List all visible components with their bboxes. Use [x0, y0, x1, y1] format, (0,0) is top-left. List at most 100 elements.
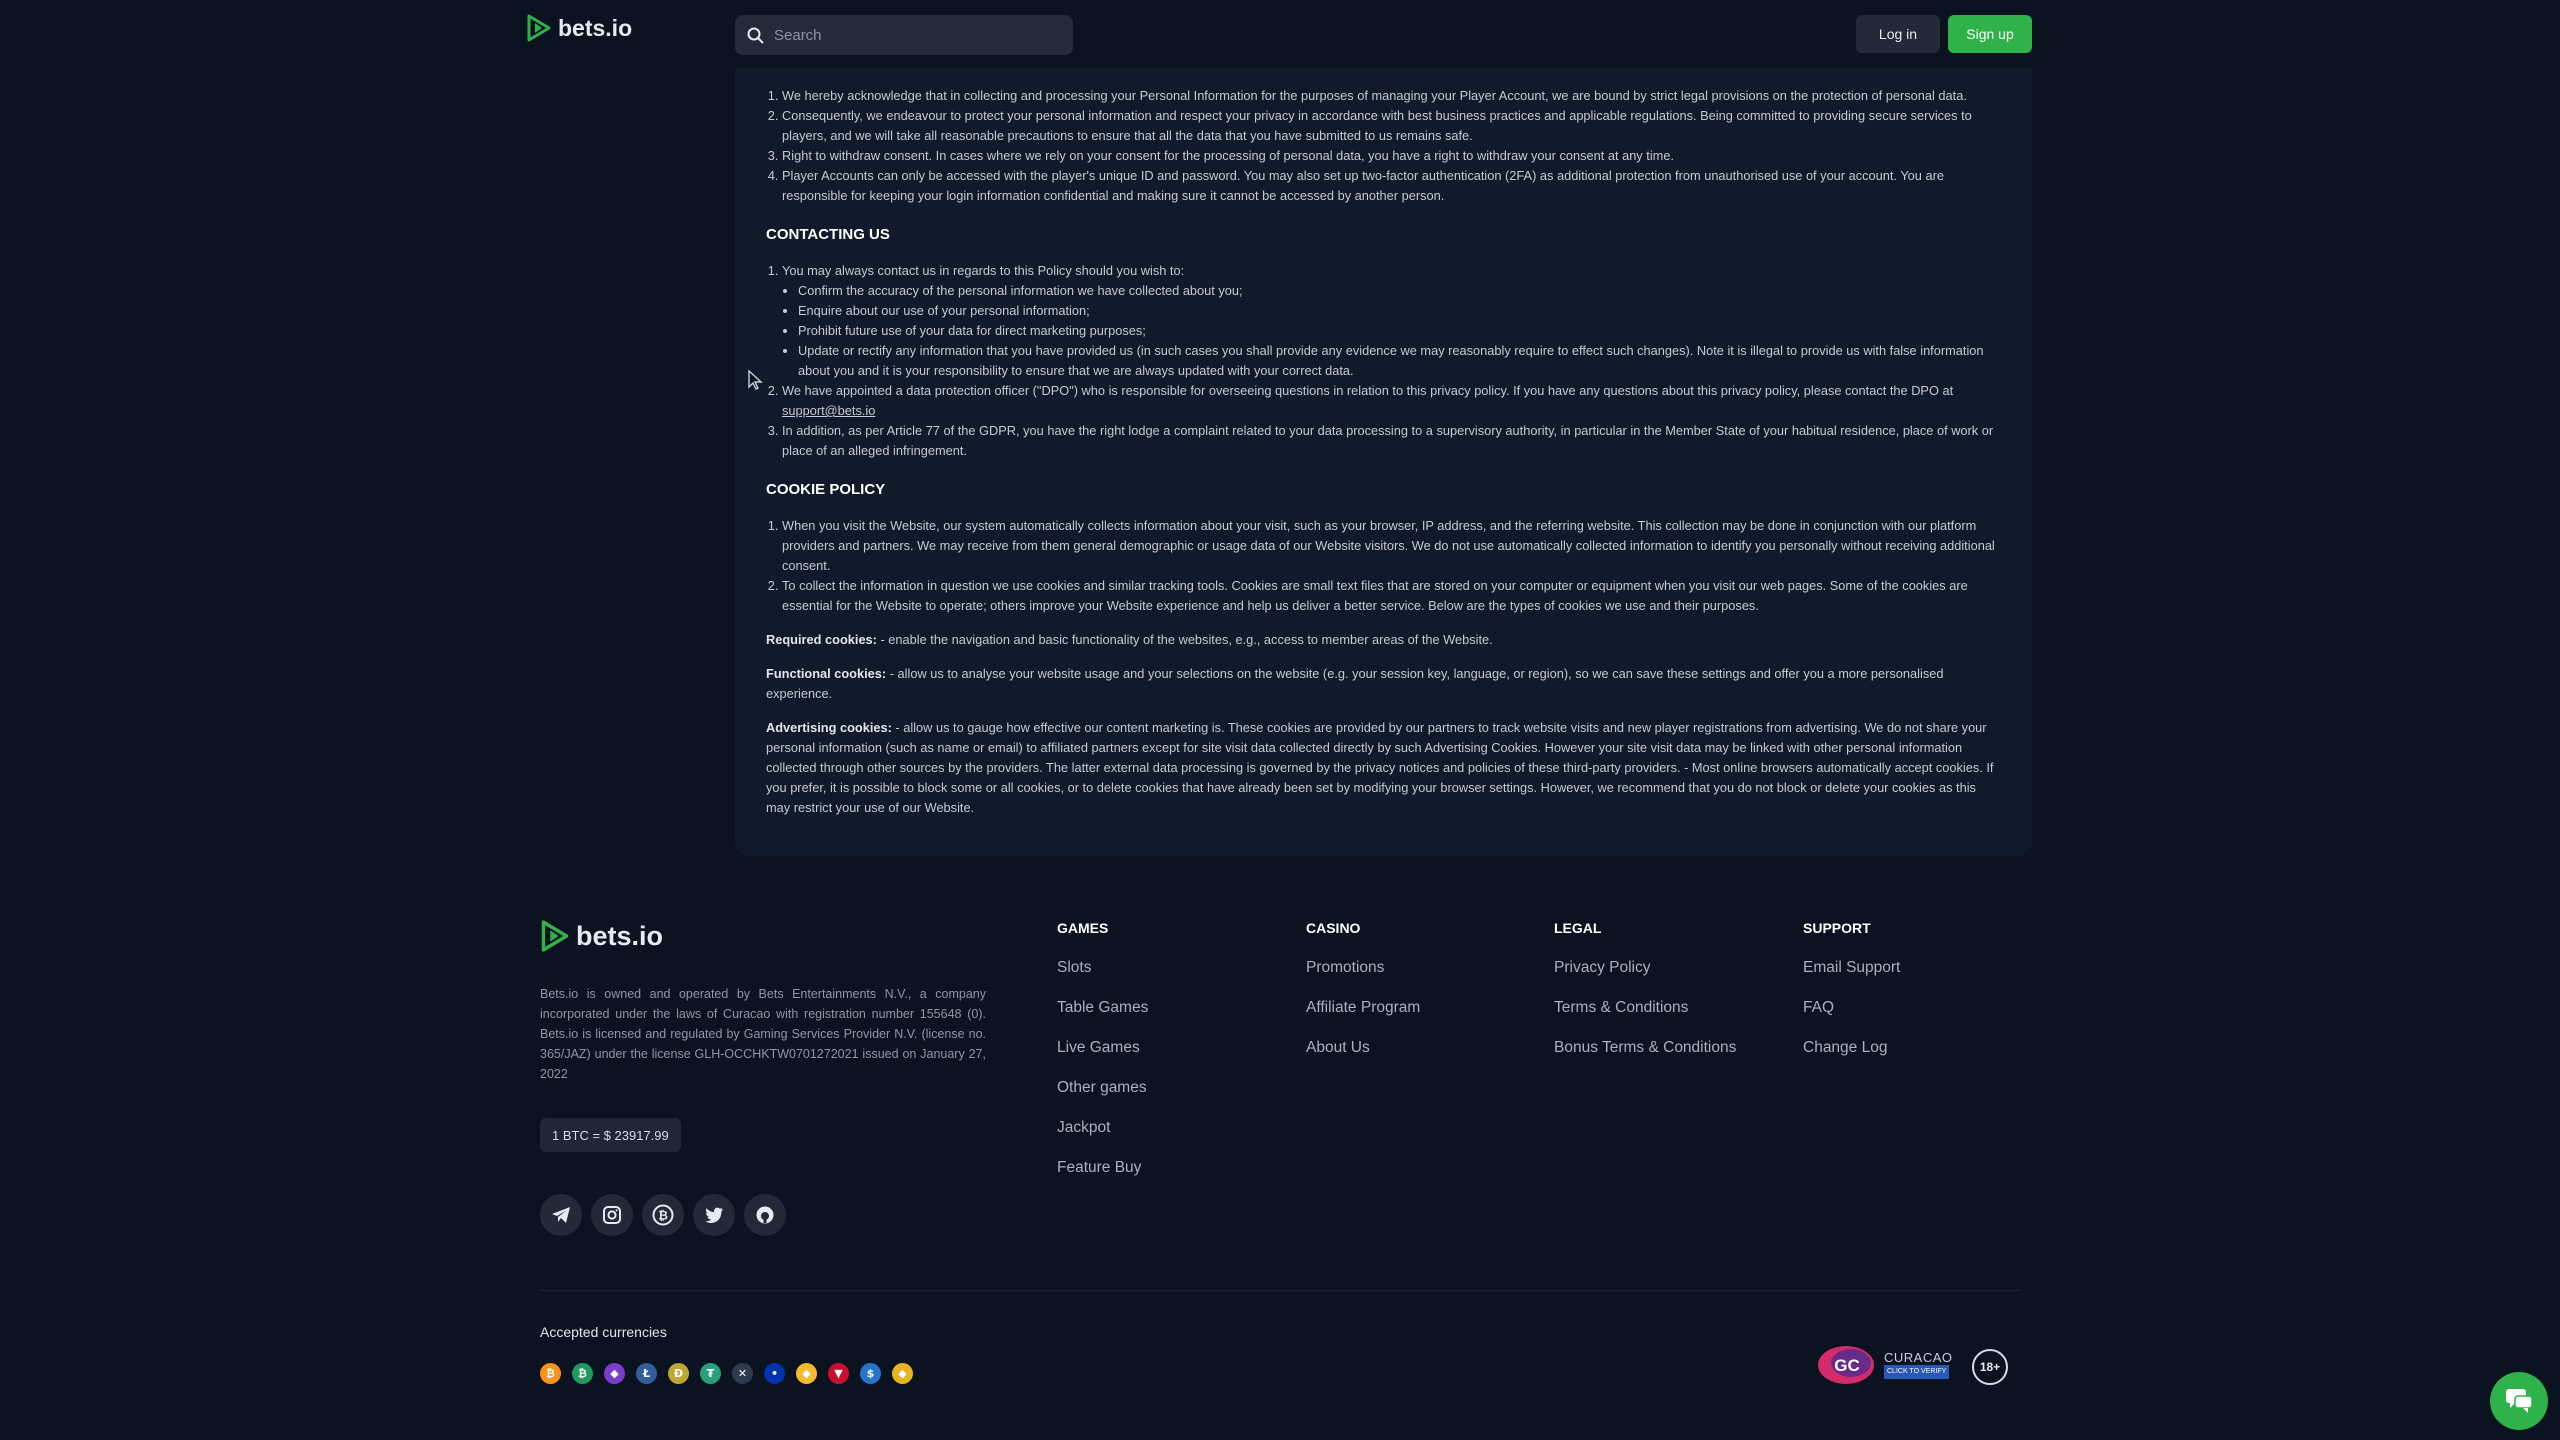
top-header: bets.io Log in Sign up	[0, 0, 2560, 68]
footer-link-slots[interactable]: Slots	[1057, 948, 1148, 988]
footer-link-jackpot[interactable]: Jackpot	[1057, 1108, 1148, 1148]
footer-link-affiliate-program[interactable]: Affiliate Program	[1306, 988, 1420, 1028]
required-cookies-label: Required cookies:	[766, 632, 877, 647]
currency-icons-row: ₿ ₿ ◆ Ł Ð ₮ ✕ • ◆ ▼ $ ◆	[540, 1363, 913, 1384]
tether-icon: ₮	[700, 1363, 721, 1384]
bitcointalk-button[interactable]: ₿	[642, 1194, 684, 1236]
list-item: To collect the information in question w…	[782, 576, 2002, 616]
btc-rate-badge: 1 BTC = $ 23917.99	[540, 1118, 681, 1152]
footer-column-legal: LEGAL Privacy Policy Terms & Conditions …	[1554, 920, 1736, 1068]
list-item: Right to withdraw consent. In cases wher…	[782, 146, 2002, 166]
chat-bubble-icon	[2506, 1389, 2533, 1413]
dpo-text: We have appointed a data protection offi…	[782, 383, 1954, 398]
footer-link-faq[interactable]: FAQ	[1803, 988, 1900, 1028]
advertising-cookies-text: - allow us to gauge how effective our co…	[766, 720, 1994, 815]
github-button[interactable]	[744, 1194, 786, 1236]
list-item: Update or rectify any information that y…	[798, 341, 2002, 381]
search-box[interactable]	[735, 15, 1073, 55]
footer-link-change-log[interactable]: Change Log	[1803, 1028, 1900, 1068]
bets-logo-icon	[541, 920, 569, 952]
tron-icon: ▼	[828, 1363, 849, 1384]
list-item: Enquire about our use of your personal i…	[798, 301, 2002, 321]
instagram-icon	[603, 1206, 621, 1224]
footer-column-games: GAMES Slots Table Games Live Games Other…	[1057, 920, 1148, 1188]
login-button[interactable]: Log in	[1856, 15, 1940, 53]
list-item: You may always contact us in regards to …	[782, 261, 2002, 381]
gaming-curacao-logo-icon: GC	[1818, 1346, 1874, 1384]
mouse-cursor-icon	[748, 369, 763, 390]
github-icon	[756, 1206, 774, 1224]
footer-brand-name: bets.io	[576, 920, 664, 951]
footer-logo[interactable]: bets.io	[540, 919, 663, 953]
advertising-cookies-label: Advertising cookies:	[766, 720, 892, 735]
litecoin-icon: Ł	[636, 1363, 657, 1384]
header-brand-name: bets.io	[558, 14, 633, 41]
list-item: We have appointed a data protection offi…	[782, 381, 2002, 421]
footer-column-title: GAMES	[1057, 920, 1109, 936]
bitcoin-cash-icon: ₿	[572, 1363, 593, 1384]
bitcoin-circle-icon: ₿	[652, 1204, 674, 1226]
contact-sublist: Confirm the accuracy of the personal inf…	[782, 281, 2002, 381]
live-chat-button[interactable]	[2490, 1372, 2548, 1430]
company-description: Bets.io is owned and operated by Bets En…	[540, 987, 986, 1081]
svg-text:₿: ₿	[658, 1209, 668, 1223]
search-input[interactable]	[774, 26, 1054, 44]
list-item: We hereby acknowledge that in collecting…	[782, 86, 2002, 106]
accepted-currencies-title: Accepted currencies	[540, 1324, 667, 1340]
twitter-button[interactable]	[693, 1194, 735, 1236]
contact-item-text: You may always contact us in regards to …	[782, 263, 1185, 278]
header-logo[interactable]: bets.io	[526, 14, 632, 42]
footer-link-bonus-terms[interactable]: Bonus Terms & Conditions	[1554, 1028, 1736, 1068]
footer-column-title: SUPPORT	[1803, 920, 1871, 936]
telegram-icon	[552, 1207, 570, 1223]
license-badge-text: GC	[1834, 1356, 1860, 1375]
cookie-policy-list: When you visit the Website, our system a…	[766, 516, 2002, 616]
list-item: Player Accounts can only be accessed wit…	[782, 166, 2002, 206]
footer-link-about-us[interactable]: About Us	[1306, 1028, 1420, 1068]
list-item: Consequently, we endeavour to protect yo…	[782, 106, 2002, 146]
gaming-curacao-license[interactable]: GC CURACAO CLICK TO VERIFY	[1816, 1343, 1953, 1387]
cookie-policy-heading: COOKIE POLICY	[766, 481, 886, 498]
telegram-button[interactable]	[540, 1194, 582, 1236]
bets-logo-icon	[527, 14, 551, 42]
support-email-link[interactable]: support@bets.io	[782, 403, 875, 418]
twitter-icon	[705, 1207, 723, 1223]
instagram-button[interactable]	[591, 1194, 633, 1236]
cardano-icon: •	[764, 1363, 785, 1384]
policy-intro-list: We hereby acknowledge that in collecting…	[766, 86, 2002, 206]
contacting-us-list: You may always contact us in regards to …	[766, 261, 2002, 461]
ethereum-icon: ◆	[604, 1363, 625, 1384]
bnb-gold-icon: ◆	[892, 1363, 913, 1384]
footer-column-support: SUPPORT Email Support FAQ Change Log	[1803, 920, 1900, 1068]
required-cookies-text: - enable the navigation and basic functi…	[876, 632, 1493, 647]
footer-link-email-support[interactable]: Email Support	[1803, 948, 1900, 988]
contacting-us-heading: CONTACTING US	[766, 226, 890, 243]
footer-link-feature-buy[interactable]: Feature Buy	[1057, 1148, 1148, 1188]
curacao-text: CURACAO	[1884, 1349, 1953, 1365]
functional-cookies-paragraph: Functional cookies: - allow us to analys…	[766, 664, 2002, 704]
footer-link-privacy-policy[interactable]: Privacy Policy	[1554, 948, 1736, 988]
footer-column-title: CASINO	[1306, 920, 1361, 936]
age-18-badge: 18+	[1972, 1349, 2008, 1385]
footer-column-casino: CASINO Promotions Affiliate Program Abou…	[1306, 920, 1420, 1068]
list-item: Prohibit future use of your data for dir…	[798, 321, 2002, 341]
dogecoin-icon: Ð	[668, 1363, 689, 1384]
footer-column-title: LEGAL	[1554, 920, 1602, 936]
click-to-verify-text: CLICK TO VERIFY	[1884, 1364, 1950, 1379]
footer-link-other-games[interactable]: Other games	[1057, 1068, 1148, 1108]
policy-content: We hereby acknowledge that in collecting…	[766, 86, 2002, 818]
footer-link-live-games[interactable]: Live Games	[1057, 1028, 1148, 1068]
curacao-verify-block: CURACAO CLICK TO VERIFY	[1884, 1349, 1953, 1379]
list-item: When you visit the Website, our system a…	[782, 516, 2002, 576]
ripple-icon: ✕	[732, 1363, 753, 1384]
footer-link-terms-conditions[interactable]: Terms & Conditions	[1554, 988, 1736, 1028]
signup-button[interactable]: Sign up	[1948, 15, 2032, 53]
bnb-icon: ◆	[796, 1363, 817, 1384]
social-links: ₿	[540, 1194, 786, 1236]
advertising-cookies-paragraph: Advertising cookies: - allow us to gauge…	[766, 718, 2002, 818]
functional-cookies-text: - allow us to analyse your website usage…	[766, 666, 1944, 701]
footer-link-promotions[interactable]: Promotions	[1306, 948, 1420, 988]
list-item: Confirm the accuracy of the personal inf…	[798, 281, 2002, 301]
footer-divider	[540, 1290, 2020, 1291]
footer-link-table-games[interactable]: Table Games	[1057, 988, 1148, 1028]
